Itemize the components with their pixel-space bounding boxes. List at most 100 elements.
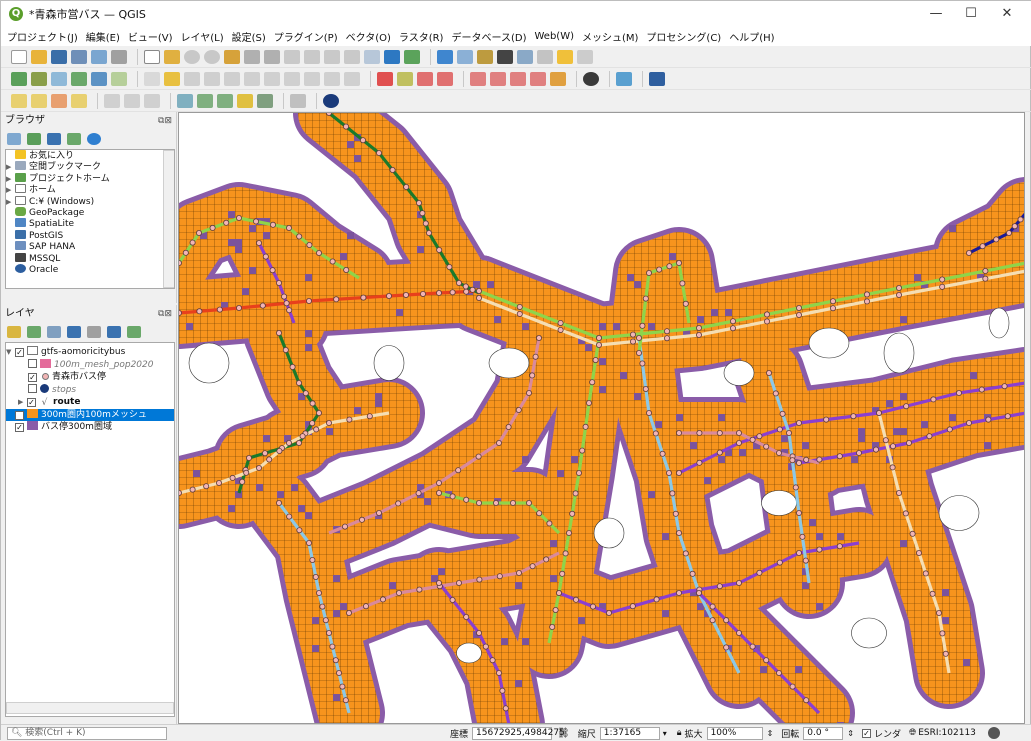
menu-view[interactable]: ビュー(V) [128, 29, 173, 44]
rotate-feature-icon[interactable] [124, 93, 140, 108]
menu-mesh[interactable]: メッシュ(M) [582, 29, 638, 44]
browser-item-home[interactable]: ▶ ホーム [6, 184, 174, 195]
open-project-icon[interactable] [31, 49, 47, 64]
label-icon[interactable] [377, 71, 393, 86]
gtfs-plugin-icon[interactable] [323, 93, 339, 108]
messages-icon[interactable] [987, 727, 1000, 739]
filter-legend-icon[interactable] [67, 326, 81, 338]
collapse-layers-icon[interactable] [127, 326, 141, 338]
layer-mesh-pop[interactable]: 100m_mesh_pop2020 [6, 358, 174, 372]
properties-icon[interactable] [87, 133, 101, 145]
text-annotation-icon[interactable] [290, 93, 306, 108]
layer-group[interactable]: ▼ ✓ gtfs-aomoricitybus [6, 346, 174, 359]
add-vector-icon[interactable] [31, 71, 47, 86]
coordinate-field[interactable]: 15672925,4984275 [472, 726, 565, 740]
map-canvas[interactable] [178, 112, 1025, 724]
save-project-icon[interactable] [51, 49, 67, 64]
undo-icon[interactable] [324, 71, 340, 86]
vertex-tool-icon[interactable] [224, 71, 240, 86]
browser-item-bookmarks[interactable]: ▶ 空間ブックマーク [6, 161, 174, 172]
toolbox-icon[interactable] [649, 71, 665, 86]
toggle-extents-icon[interactable]: ⛓ [557, 728, 570, 739]
data-source-icon[interactable] [11, 71, 27, 86]
redo-icon[interactable] [344, 71, 360, 86]
sum-icon[interactable] [497, 49, 513, 64]
refresh-browser-icon[interactable] [27, 133, 41, 145]
menu-web[interactable]: Web(W) [534, 31, 574, 42]
add-raster-icon[interactable] [51, 71, 67, 86]
label-toggle-icon[interactable] [550, 71, 566, 86]
menu-project[interactable]: プロジェクト(J) [7, 29, 78, 44]
locator-search-input[interactable]: 🔍︎ 検索(Ctrl + K) [7, 726, 167, 740]
label-move-icon[interactable] [437, 71, 453, 86]
browser-item-mssql[interactable]: MSSQL [6, 252, 174, 264]
browser-scrollbar[interactable] [163, 150, 174, 288]
tips-icon[interactable] [557, 49, 573, 64]
add-selected-icon[interactable] [7, 133, 21, 145]
reshape-icon[interactable] [197, 93, 213, 108]
layer-route[interactable]: ▶ ✓ √ route [6, 396, 174, 409]
paste-feature-icon[interactable] [304, 71, 320, 86]
statistics-icon[interactable] [477, 49, 493, 64]
settings-gear-icon[interactable] [577, 49, 593, 64]
layer-bus-stops-checkbox[interactable]: ✓ [28, 373, 37, 382]
simplify-icon[interactable] [144, 93, 160, 108]
add-group-icon[interactable] [27, 326, 41, 338]
layout-manager-icon[interactable] [91, 49, 107, 64]
menu-vector[interactable]: ベクタ(O) [346, 29, 391, 44]
menu-database[interactable]: データベース(D) [451, 29, 526, 44]
select-by-expression-icon[interactable] [51, 93, 67, 108]
layer-bus-stops[interactable]: ✓ 青森市バス停 [6, 371, 174, 384]
scale-dropdown-icon[interactable]: ▾ [663, 729, 667, 738]
lock-scale-icon[interactable]: 🔒︎ [677, 728, 682, 738]
maximize-button[interactable]: ☐ [951, 1, 991, 27]
python-console-icon[interactable] [583, 71, 599, 86]
annotation-icon[interactable] [537, 49, 553, 64]
rotation-field[interactable]: 0.0 ° [803, 726, 844, 740]
label-show-icon[interactable] [417, 71, 433, 86]
add-csv-icon[interactable] [71, 71, 87, 86]
zoom-full-icon[interactable] [224, 49, 240, 64]
deselect-icon[interactable] [71, 93, 87, 108]
layer-mesh-in-checkbox[interactable]: ✓ [15, 410, 24, 420]
add-wms-icon[interactable] [91, 71, 107, 86]
style-manager-icon[interactable] [111, 49, 127, 64]
zoom-last-icon[interactable] [304, 49, 320, 64]
fill-ring-icon[interactable] [257, 93, 273, 108]
menu-layer[interactable]: レイヤ(L) [181, 29, 224, 44]
delete-feature-icon[interactable] [244, 71, 260, 86]
menu-processing[interactable]: プロセシング(C) [646, 29, 721, 44]
edit-toggle-icon[interactable] [144, 71, 160, 86]
layer-group-checkbox[interactable]: ✓ [15, 348, 24, 357]
layer-buffer-checkbox[interactable]: ✓ [15, 423, 24, 432]
style-layer-icon[interactable] [7, 326, 21, 338]
zoom-next-icon[interactable] [324, 49, 340, 64]
browser-item-geopackage[interactable]: GeoPackage [6, 206, 174, 218]
layer-buffer[interactable]: ✓ バス停300m圏域 [6, 421, 174, 434]
browser-item-postgis[interactable]: PostGIS [6, 229, 174, 241]
magnify-field[interactable]: 100% [706, 726, 763, 740]
filter-expression-icon[interactable] [87, 326, 101, 338]
label-properties-icon[interactable] [530, 71, 546, 86]
layers-hscrollbar[interactable] [6, 702, 174, 714]
label-change-icon[interactable] [510, 71, 526, 86]
processing-icon[interactable] [616, 71, 632, 86]
collapse-all-icon[interactable] [67, 133, 81, 145]
crs-globe-icon[interactable]: 🌐︎ [909, 728, 916, 738]
browser-item-project-home[interactable]: ▶ プロジェクトホーム [6, 172, 174, 184]
menu-plugins[interactable]: プラグイン(P) [274, 29, 338, 44]
zoom-out-icon[interactable] [204, 49, 220, 64]
temporal-icon[interactable] [364, 49, 380, 64]
layer-stops-checkbox[interactable] [28, 383, 37, 393]
minimize-button[interactable]: — [916, 1, 956, 27]
bookmark-icon[interactable] [384, 49, 400, 64]
close-button[interactable]: ✕ [987, 1, 1027, 27]
menu-edit[interactable]: 編集(E) [86, 29, 120, 44]
browser-item-c-drive[interactable]: ▶ C:¥ (Windows) [6, 195, 174, 207]
panel-float-close-icon[interactable]: ⧉⊠ [158, 113, 172, 130]
refresh-icon[interactable] [404, 49, 420, 64]
merge-features-icon[interactable] [237, 93, 253, 108]
scale-combo[interactable]: 1:37165 [599, 726, 660, 740]
zoom-in-icon[interactable] [184, 49, 200, 64]
magnify-spinner-icon[interactable]: ⇕ [767, 729, 774, 738]
